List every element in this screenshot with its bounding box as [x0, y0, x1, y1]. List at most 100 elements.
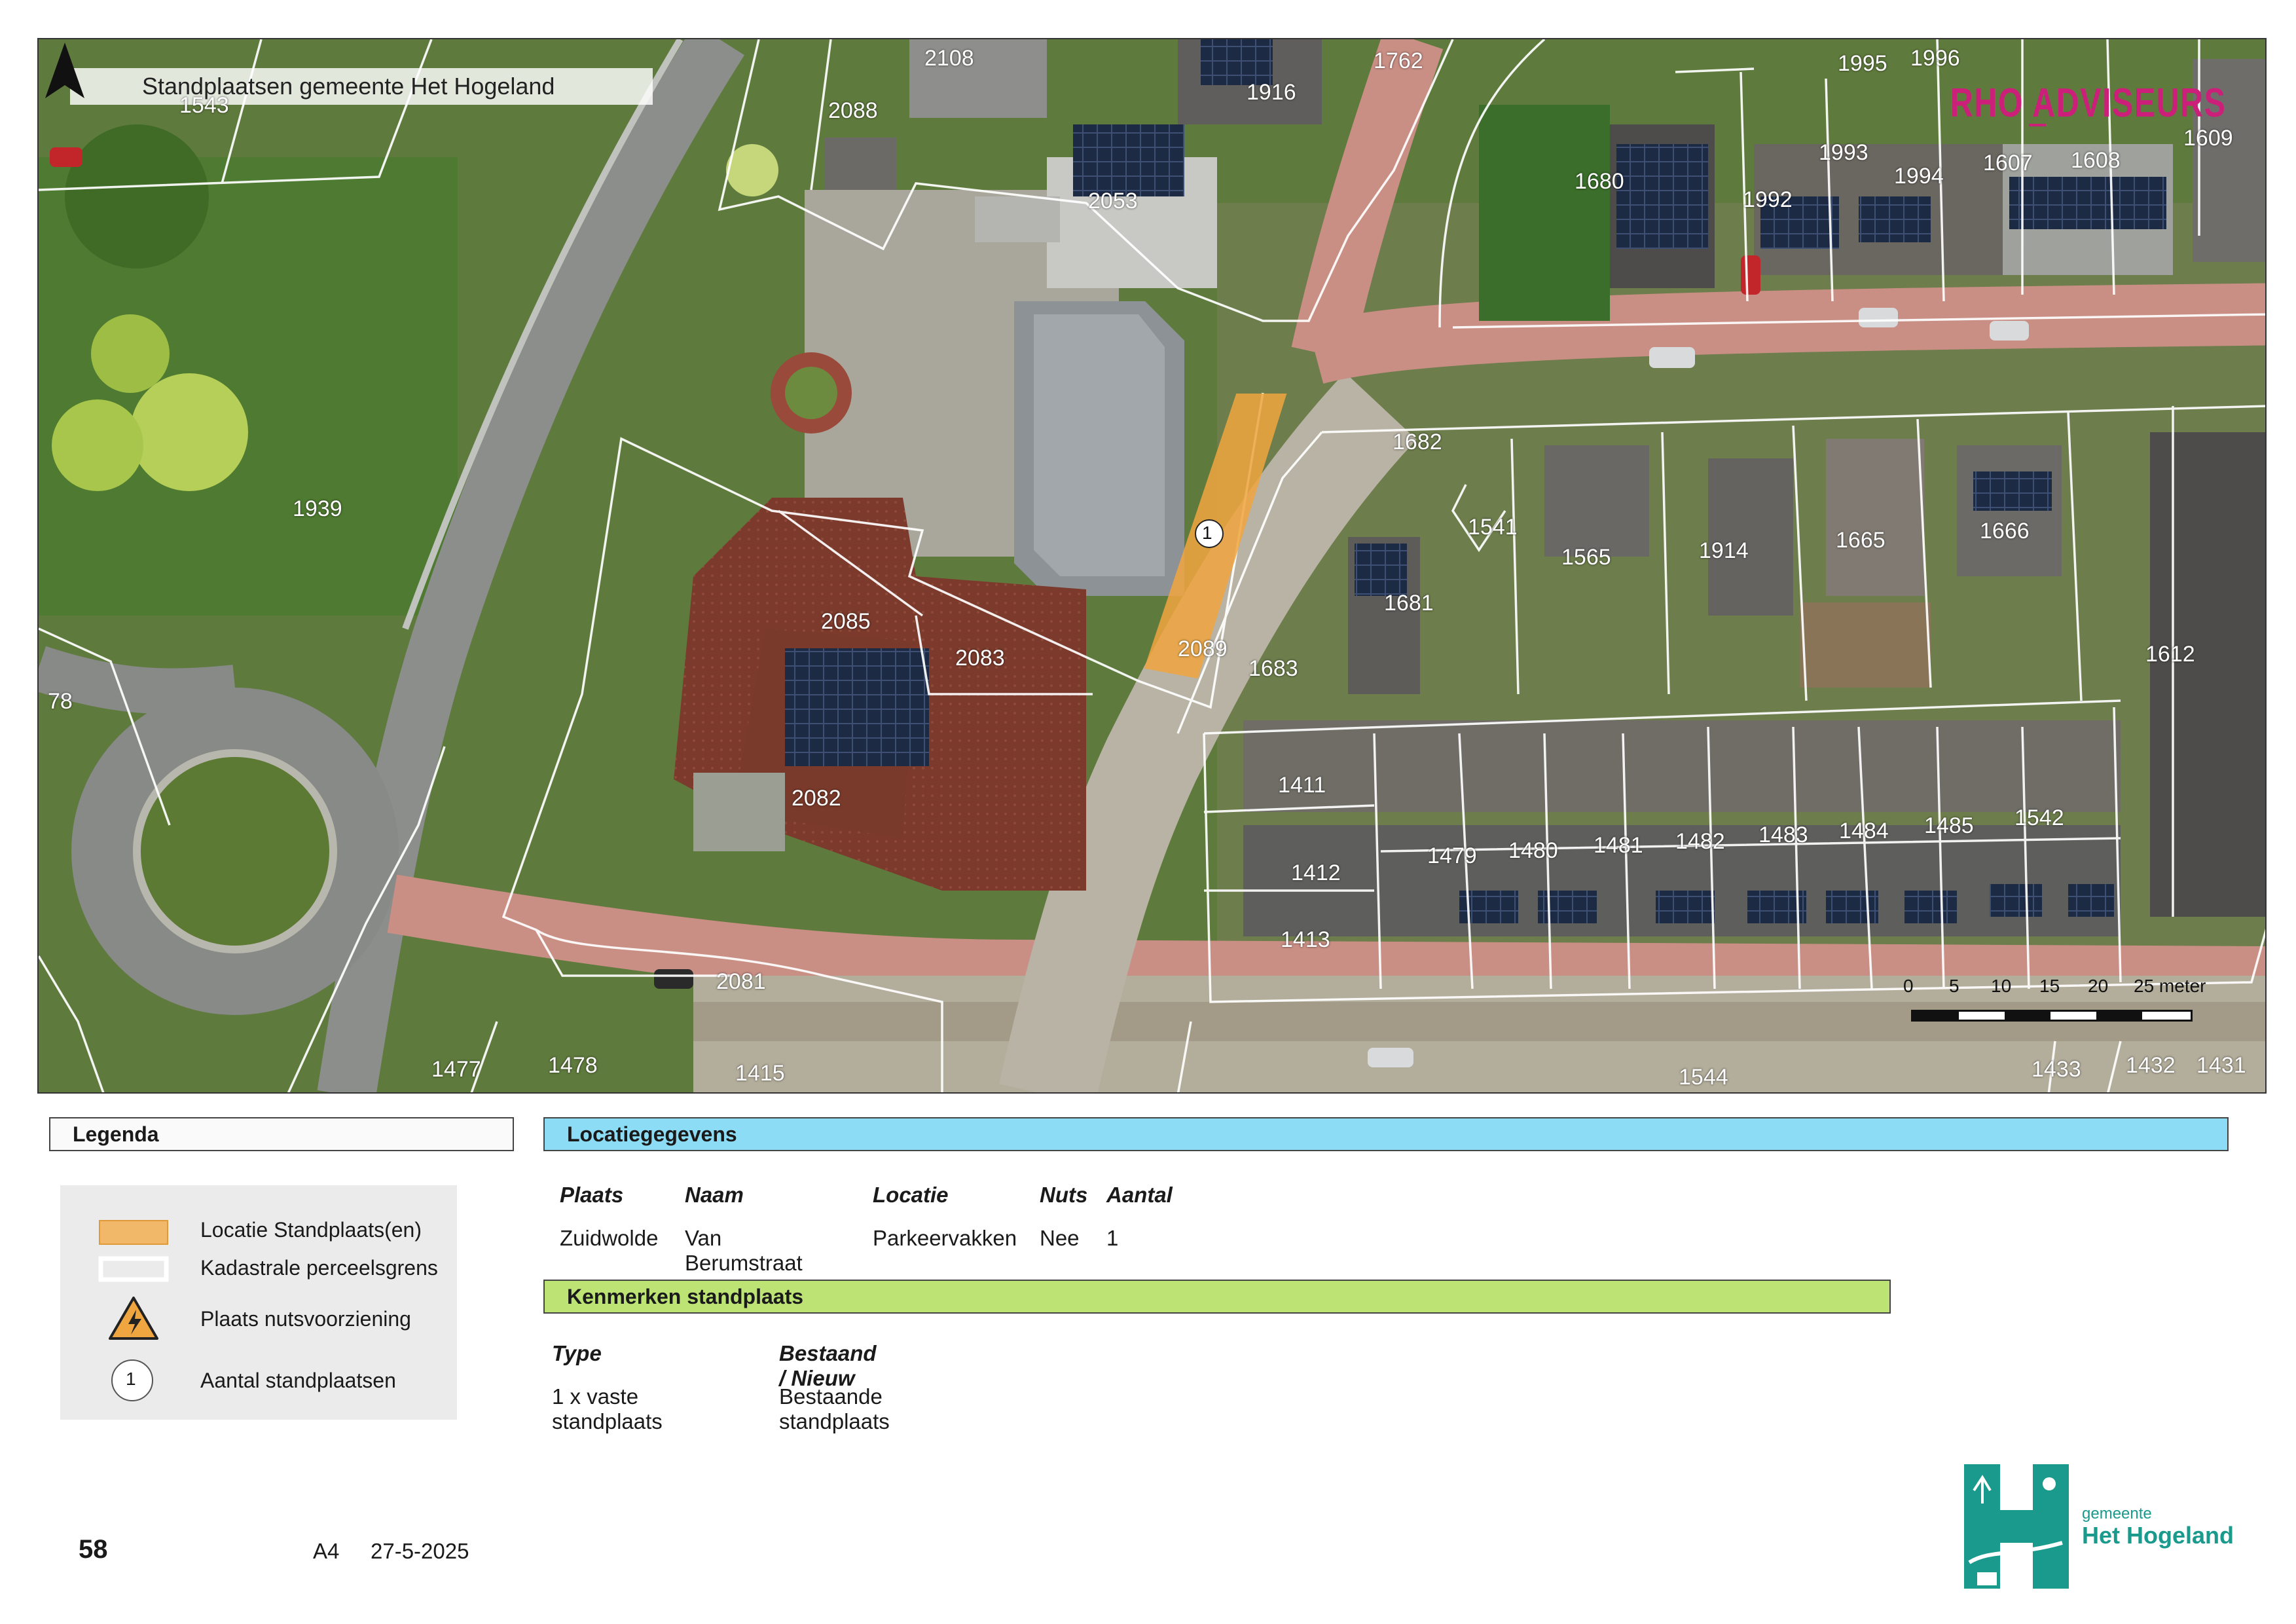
- scale-tick-label: 15: [2039, 976, 2060, 996]
- het-hogeland-logo-icon: [1964, 1464, 2069, 1589]
- document-date: 27-5-2025: [371, 1539, 469, 1563]
- parcel-label: 1541: [1468, 515, 1518, 540]
- scale-bar-graphic: [1911, 1010, 2193, 1022]
- parcel-label: 1543: [179, 93, 229, 118]
- parcel-label: 1544: [1679, 1065, 1728, 1090]
- parcel-label: 1431: [2196, 1053, 2246, 1078]
- location-value: Parkeervakken: [873, 1226, 1017, 1250]
- logo-gemeente-text: gemeente: [2082, 1505, 2152, 1522]
- parcel-label: 1477: [431, 1057, 481, 1082]
- features-header: Bestaand / Nieuw: [779, 1341, 877, 1390]
- parcel-label: 2108: [924, 46, 974, 71]
- parcel-label: 1482: [1675, 829, 1725, 854]
- features-section-header: Kenmerken standplaats: [543, 1280, 1891, 1314]
- parcel-label: 1565: [1561, 545, 1611, 570]
- location-value: 1: [1106, 1226, 1119, 1250]
- location-header: Aantal: [1106, 1183, 1173, 1207]
- scale-tick-label: 5: [1949, 976, 1959, 996]
- location-value: Zuidwolde: [560, 1226, 659, 1250]
- parcel-label: 1608: [2071, 148, 2121, 173]
- legend-item-count: 1 Aantal standplaatsen: [60, 1359, 457, 1401]
- parcel-label: 1483: [1758, 822, 1808, 847]
- location-header: Nuts: [1040, 1183, 1088, 1207]
- scale-labels: 0 5 10 15 20 25 meter: [1898, 976, 2238, 1002]
- aerial-map[interactable]: Standplaatsen gemeente Het Hogeland RHO …: [37, 38, 2267, 1094]
- parcel-label: 1762: [1374, 48, 1423, 73]
- count-circle-sample: 1: [126, 1369, 136, 1389]
- parcel-label: 1609: [2183, 126, 2233, 151]
- scale-tick-label: 20: [2088, 976, 2109, 996]
- parcel-label: 1992: [1743, 187, 1793, 212]
- parcel-label: 1681: [1384, 591, 1434, 616]
- parcel-label: 2053: [1088, 189, 1138, 213]
- legend-item-label: Locatie Standplaats(en): [200, 1218, 422, 1242]
- location-value: Van Berumstraat: [685, 1226, 803, 1275]
- orange-rect-icon: [99, 1220, 168, 1245]
- features-header: Type: [552, 1341, 602, 1365]
- site-marker-label: 1: [1202, 523, 1212, 543]
- rho-logo-underline: [2029, 124, 2046, 126]
- location-header: Naam: [685, 1183, 744, 1207]
- features-value: 1 x vaste standplaats: [552, 1384, 663, 1433]
- parcel-label: 1612: [2145, 642, 2195, 667]
- parcel-label: 1481: [1594, 833, 1643, 858]
- map-title: Standplaatsen gemeente Het Hogeland: [70, 68, 653, 105]
- parcel-label: 1993: [1819, 140, 1868, 165]
- rho-adviseurs-logo: RHO ADVISEURS: [1950, 81, 2226, 126]
- page: Standplaatsen gemeente Het Hogeland RHO …: [0, 0, 2296, 1624]
- parcel-label: 1996: [1910, 46, 1960, 71]
- legend-item-parcel: Kadastrale perceelsgrens: [60, 1248, 457, 1287]
- page-number: 58: [79, 1535, 108, 1564]
- features-value: Bestaande standplaats: [779, 1384, 890, 1433]
- legend-panel: Locatie Standplaats(en) Kadastrale perce…: [60, 1185, 457, 1420]
- parcel-label: 1478: [548, 1053, 598, 1078]
- scale-bar: 0 5 10 15 20 25 meter: [1898, 976, 2238, 1041]
- scale-tick-label: 0: [1903, 976, 1914, 996]
- logo-municipality-name: Het Hogeland: [2082, 1522, 2234, 1549]
- location-header: Plaats: [560, 1183, 624, 1207]
- parcel-label: 1412: [1291, 860, 1341, 885]
- parcel-label: 1939: [293, 496, 342, 521]
- cadastral-boundaries: [39, 39, 2265, 1092]
- parcel-label: 2088: [828, 98, 878, 123]
- legend-item-label: Kadastrale perceelsgrens: [200, 1256, 438, 1280]
- parcel-label: 1433: [2032, 1057, 2081, 1082]
- legend-item-label: Aantal standplaatsen: [200, 1369, 396, 1392]
- parcel-label: 1995: [1838, 51, 1887, 76]
- legend-title: Legenda: [49, 1117, 514, 1151]
- parcel-label: 1542: [2014, 805, 2064, 830]
- north-arrow-icon: [45, 43, 84, 98]
- parcel-label: 1479: [1427, 843, 1477, 868]
- parcel-label: 1994: [1894, 164, 1944, 189]
- location-section-header: Locatiegegevens: [543, 1117, 2229, 1151]
- parcel-label: 2089: [1178, 637, 1228, 661]
- parcel-label: 1415: [735, 1061, 785, 1086]
- parcel-label: 2083: [955, 646, 1005, 671]
- parcel-label: 1413: [1281, 927, 1330, 952]
- parcel-label: 1432: [2126, 1053, 2176, 1078]
- parcel-label: 1607: [1983, 151, 2033, 175]
- parcel-label: 1682: [1393, 430, 1442, 454]
- legend-item-label: Plaats nutsvoorziening: [200, 1307, 411, 1331]
- legend-item-utility: Plaats nutsvoorziening: [60, 1297, 457, 1340]
- parcel-label: 2085: [821, 609, 871, 634]
- scale-tick-label: 10: [1991, 976, 2012, 996]
- parcel-label: 1680: [1575, 169, 1624, 194]
- location-value: Nee: [1040, 1226, 1080, 1250]
- parcel-label: 2081: [716, 969, 766, 994]
- parcel-label: 1485: [1924, 813, 1974, 838]
- legend-item-standplaats: Locatie Standplaats(en): [60, 1210, 457, 1249]
- parcel-label: 2082: [792, 786, 841, 811]
- electricity-warning-icon: [109, 1297, 158, 1340]
- parcel-label: 1683: [1248, 656, 1298, 681]
- parcel-label: 1665: [1836, 528, 1886, 553]
- parcel-label: 1480: [1508, 838, 1558, 863]
- parcel-label: 1916: [1247, 80, 1296, 105]
- paper-size: A4: [313, 1539, 340, 1563]
- parcel-label: 1666: [1980, 519, 2030, 544]
- parcel-boundary-icon: [98, 1256, 169, 1282]
- parcel-label: 1411: [1278, 773, 1326, 798]
- location-header: Locatie: [873, 1183, 949, 1207]
- parcel-label: 1484: [1839, 819, 1889, 843]
- parcel-label: 1914: [1699, 538, 1749, 563]
